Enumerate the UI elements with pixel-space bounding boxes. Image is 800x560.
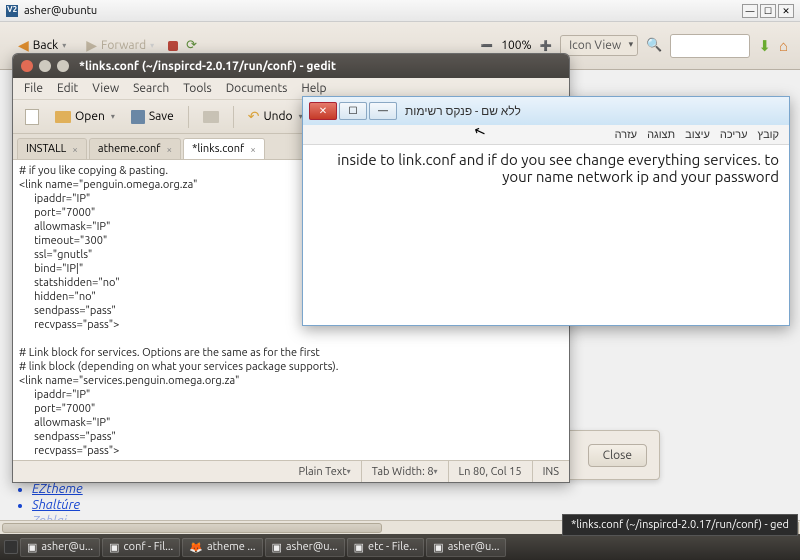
zoom-out-icon[interactable]: ➖ [481,40,493,52]
forward-icon: ▶ [86,37,97,54]
taskbar-tooltip: *links.conf (~/inspircd-2.0.17/run/conf)… [562,514,798,536]
list-item[interactable]: Shaltúre [32,498,105,512]
menu-edit[interactable]: Edit [52,80,83,97]
gedit-title: *links.conf (~/inspircd-2.0.17/run/conf)… [79,60,336,73]
new-file-icon [25,109,39,125]
np-menu-help[interactable]: עזרה [615,129,637,141]
zoom-in-icon[interactable]: ➕ [540,40,552,52]
separator [188,106,189,128]
notepad-maximize-button[interactable]: ☐ [339,102,367,120]
save-button[interactable]: Save [125,107,180,127]
undo-icon: ↶ [248,108,260,125]
menu-tools[interactable]: Tools [178,80,217,97]
insert-mode: INS [533,461,569,482]
language-selector[interactable]: Plain Text [289,461,362,482]
notepad-menubar: קובץ עריכה עיצוב תצוגה עזרה [303,125,789,145]
search-icon[interactable]: 🔍 [646,38,662,53]
notepad-text-area[interactable]: inside to link.conf and if do you see ch… [303,145,789,325]
window-close-icon[interactable] [21,60,33,72]
back-icon: ◀ [18,37,29,54]
window-maximize-icon[interactable] [57,60,69,72]
taskbar: ▣ asher@u... ▣ conf - Fil... 🦊 atheme ..… [0,534,800,560]
task-item[interactable]: 🦊 atheme ... [182,538,262,557]
task-item[interactable]: ▣ asher@u... [265,538,345,557]
new-file-button[interactable] [19,106,45,128]
notepad-window: ללא שם - פנקס רשימות ✕ ☐ — קובץ עריכה עי… [302,96,790,326]
vnc-titlebar: asher@ubuntu — ☐ ✕ [0,0,800,22]
save-icon [131,110,145,124]
separator [233,106,234,128]
home-icon[interactable]: ⌂ [779,37,788,55]
task-item[interactable]: ▣ etc - File... [347,538,425,557]
zoom-level: 100% [501,39,531,52]
open-button[interactable]: Open [49,107,121,126]
location-field[interactable] [670,34,750,58]
print-icon [203,111,219,123]
notepad-text: inside to link.conf and if do you see ch… [313,151,779,185]
notepad-title: ללא שם - פנקס רשימות [405,104,521,118]
list-item[interactable]: EZtheme [32,482,105,496]
print-button[interactable] [197,108,225,126]
stop-icon[interactable] [168,41,178,51]
np-menu-format[interactable]: עיצוב [685,129,710,141]
tab-atheme[interactable]: atheme.conf× [89,138,181,159]
tab-width-selector[interactable]: Tab Width: 8 [362,461,449,482]
notepad-titlebar[interactable]: ללא שם - פנקס רשימות ✕ ☐ — [303,97,789,125]
undo-button[interactable]: ↶Undo [242,105,309,128]
minimize-button[interactable]: — [742,4,758,18]
menu-view[interactable]: View [87,80,124,97]
download-icon[interactable]: ⬇ [758,37,771,55]
close-icon[interactable]: × [250,144,256,155]
dialog-close-button[interactable]: Close [588,444,647,467]
open-icon [55,111,71,123]
tab-links[interactable]: *links.conf× [183,138,265,159]
scrollbar-thumb[interactable] [2,523,382,533]
close-button[interactable]: ✕ [778,4,794,18]
menu-help[interactable]: Help [296,80,331,97]
np-menu-file[interactable]: קובץ [758,129,779,141]
menu-file[interactable]: File [19,80,48,97]
np-menu-edit[interactable]: עריכה [720,129,748,141]
reload-icon[interactable]: ⟳ [186,38,197,53]
show-desktop-icon[interactable] [4,540,18,554]
view-mode-dropdown[interactable]: Icon View [560,35,638,56]
tab-install[interactable]: INSTALL× [17,138,87,159]
vnc-icon [6,5,18,17]
close-icon[interactable]: × [72,144,78,155]
cursor-position: Ln 80, Col 15 [449,461,533,482]
task-item[interactable]: ▣ asher@u... [20,538,100,557]
maximize-button[interactable]: ☐ [760,4,776,18]
notepad-minimize-button[interactable]: — [369,102,397,120]
np-menu-view[interactable]: תצוגה [647,129,675,141]
window-minimize-icon[interactable] [39,60,51,72]
gedit-titlebar[interactable]: *links.conf (~/inspircd-2.0.17/run/conf)… [13,54,569,78]
task-item[interactable]: ▣ conf - Fil... [102,538,180,557]
editor-text: # if you like copying & pasting. <link n… [19,165,338,457]
vnc-title: asher@ubuntu [24,5,97,17]
menu-search[interactable]: Search [128,80,174,97]
close-icon[interactable]: × [166,144,172,155]
notepad-close-button[interactable]: ✕ [309,102,337,120]
task-item[interactable]: ▣ asher@u... [426,538,506,557]
menu-documents[interactable]: Documents [221,80,293,97]
gedit-statusbar: Plain Text Tab Width: 8 Ln 80, Col 15 IN… [13,460,569,482]
